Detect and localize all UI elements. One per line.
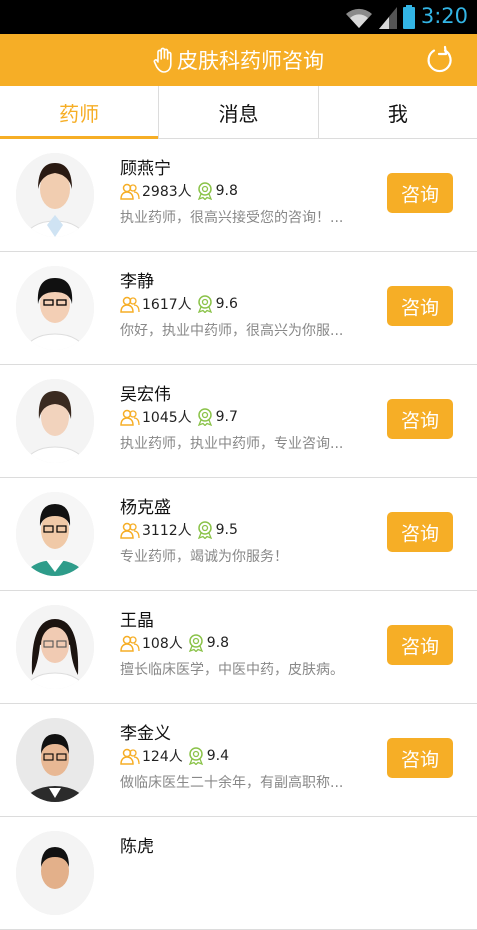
refresh-icon[interactable]: [425, 45, 455, 75]
rating-badge-icon: [197, 521, 212, 539]
pharmacist-description: 执业药师，执业中药师，专业咨询...: [120, 436, 344, 452]
pharmacist-name: 陈虎: [120, 837, 154, 857]
consult-count: 108人: [142, 636, 183, 652]
pharmacist-stats: 124人 9.4: [120, 746, 229, 766]
wifi-icon: [346, 8, 372, 28]
pharmacist-row[interactable]: 李静 1617人 9.6 你好，执业中药师，很高兴为你服... 咨询: [0, 252, 477, 365]
rating-badge-icon: [197, 295, 212, 313]
users-icon: [120, 748, 140, 765]
tab-bar: 药师 消息 我: [0, 86, 477, 139]
consult-button[interactable]: 咨询: [387, 173, 453, 213]
page-title: 皮肤科药师咨询: [153, 45, 324, 75]
pharmacist-row[interactable]: 陈虎: [0, 817, 477, 930]
users-icon: [120, 409, 140, 426]
app-header: 皮肤科药师咨询: [0, 34, 477, 86]
rating-value: 9.6: [215, 296, 238, 312]
pharmacist-name: 吴宏伟: [120, 385, 171, 405]
avatar: [16, 718, 94, 802]
rating-value: 9.7: [215, 409, 238, 425]
pharmacist-list: 顾燕宁 2983人 9.8 执业药师，很高兴接受您的咨询！... 咨询 李静 1…: [0, 139, 477, 930]
users-icon: [120, 635, 140, 652]
rating-badge-icon: [188, 634, 203, 652]
consult-count: 1617人: [142, 297, 192, 313]
avatar: [16, 153, 94, 237]
tab-messages[interactable]: 消息: [159, 86, 319, 138]
rating-badge-icon: [197, 182, 212, 200]
avatar: [16, 379, 94, 463]
pharmacist-description: 你好，执业中药师，很高兴为你服...: [120, 323, 344, 339]
signal-icon: [379, 7, 397, 29]
pharmacist-name: 杨克盛: [120, 498, 171, 518]
consult-count: 3112人: [142, 523, 192, 539]
consult-count: 124人: [142, 749, 183, 765]
tab-me[interactable]: 我: [319, 86, 477, 138]
status-icons: [345, 5, 415, 29]
consult-button[interactable]: 咨询: [387, 512, 453, 552]
users-icon: [120, 183, 140, 200]
consult-count: 2983人: [142, 184, 192, 200]
avatar: [16, 492, 94, 576]
rating-value: 9.8: [215, 183, 238, 199]
pharmacist-stats: 1617人 9.6: [120, 294, 238, 314]
avatar: [16, 831, 94, 915]
pharmacist-stats: 3112人 9.5: [120, 520, 238, 540]
tab-pharmacists[interactable]: 药师: [0, 86, 160, 139]
rating-badge-icon: [188, 747, 203, 765]
pharmacist-name: 顾燕宁: [120, 159, 171, 179]
rating-value: 9.5: [215, 522, 238, 538]
pharmacist-row[interactable]: 杨克盛 3112人 9.5 专业药师，竭诚为你服务！ 咨询: [0, 478, 477, 591]
consult-count: 1045人: [142, 410, 192, 426]
avatar: [16, 266, 94, 350]
rating-badge-icon: [197, 408, 212, 426]
pharmacist-row[interactable]: 王晶 108人 9.8 擅长临床医学，中医中药，皮肤病。 咨询: [0, 591, 477, 704]
pharmacist-row[interactable]: 顾燕宁 2983人 9.8 执业药师，很高兴接受您的咨询！... 咨询: [0, 139, 477, 252]
pharmacist-row[interactable]: 李金义 124人 9.4 做临床医生二十余年，有副高职称... 咨询: [0, 704, 477, 817]
consult-button[interactable]: 咨询: [387, 625, 453, 665]
avatar: [16, 605, 94, 689]
pharmacist-description: 执业药师，很高兴接受您的咨询！...: [120, 210, 344, 226]
pharmacist-name: 李静: [120, 272, 154, 292]
rating-value: 9.4: [206, 748, 229, 764]
page-title-text: 皮肤科药师咨询: [177, 49, 324, 73]
pharmacist-stats: 2983人 9.8: [120, 181, 238, 201]
status-time: 3:20: [420, 4, 468, 28]
pharmacist-description: 擅长临床医学，中医中药，皮肤病。: [120, 662, 344, 678]
pharmacist-description: 做临床医生二十余年，有副高职称...: [120, 775, 344, 791]
pharmacist-name: 李金义: [120, 724, 171, 744]
battery-icon: [403, 5, 415, 29]
consult-button[interactable]: 咨询: [387, 286, 453, 326]
hand-icon: [153, 47, 172, 73]
pharmacist-stats: 1045人 9.7: [120, 407, 238, 427]
pharmacist-stats: 108人 9.8: [120, 633, 229, 653]
consult-button[interactable]: 咨询: [387, 738, 453, 778]
pharmacist-row[interactable]: 吴宏伟 1045人 9.7 执业药师，执业中药师，专业咨询... 咨询: [0, 365, 477, 478]
pharmacist-description: 专业药师，竭诚为你服务！: [120, 549, 288, 565]
status-bar: 3:20: [0, 0, 477, 34]
pharmacist-name: 王晶: [120, 611, 154, 631]
consult-button[interactable]: 咨询: [387, 399, 453, 439]
users-icon: [120, 522, 140, 539]
users-icon: [120, 296, 140, 313]
rating-value: 9.8: [206, 635, 229, 651]
